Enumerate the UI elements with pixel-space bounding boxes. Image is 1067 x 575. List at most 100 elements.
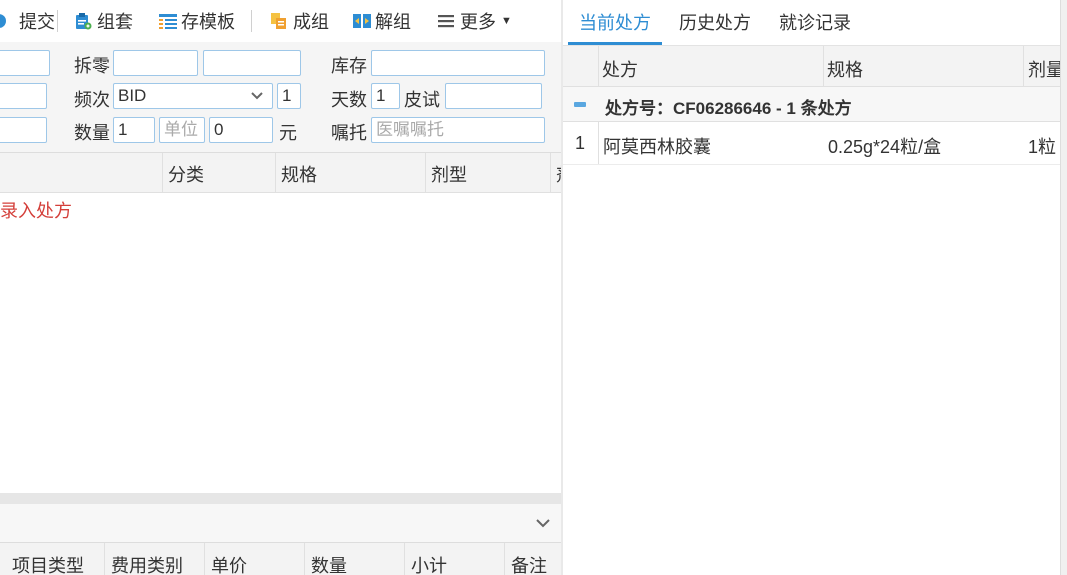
tab-label: 当前处方 (579, 13, 651, 33)
prescription-editor-pane: 提交 组套 存模板 成组 解组 更多 ▼ 拆零 库存 频次 BID 1 天数 1… (0, 0, 561, 575)
save-template-button[interactable]: 存模板 (158, 8, 235, 34)
drug-name: 阿莫西林胶囊 (603, 137, 711, 157)
form-field-r1-left[interactable] (0, 50, 50, 76)
column-header-remark[interactable]: 备注 (511, 552, 547, 575)
prescription-form: 拆零 库存 频次 BID 1 天数 1 皮试 数量 1 单位 0 元 嘱托 医嘱… (0, 42, 561, 153)
tab-visit-records[interactable]: 就诊记录 (779, 0, 851, 45)
column-divider (504, 543, 505, 575)
column-divider (404, 543, 405, 575)
ungroup-icon (352, 12, 371, 30)
tab-label: 历史处方 (679, 13, 751, 33)
advice-input[interactable]: 医嘱嘱托 (371, 117, 545, 143)
group-label: 成组 (293, 12, 329, 32)
caret-down-icon: ▼ (501, 15, 512, 27)
column-divider (823, 46, 824, 86)
more-label: 更多 (460, 12, 496, 32)
tab-history-prescription[interactable]: 历史处方 (679, 0, 751, 45)
column-divider (275, 153, 276, 192)
fee-panel-header (0, 504, 561, 543)
column-divider (104, 543, 105, 575)
ungroup-button[interactable]: 解组 (352, 8, 411, 34)
stock-label: 库存 (331, 56, 367, 76)
frequency-times-input[interactable]: 1 (277, 83, 301, 109)
toolbar-divider (57, 10, 58, 32)
fee-grid-header: 项目类型 费用类别 单价 数量 小计 备注 (0, 543, 561, 575)
frequency-select[interactable]: BID (113, 83, 273, 109)
vertical-scrollbar[interactable] (1060, 0, 1067, 575)
amount-input[interactable]: 0 (209, 117, 273, 143)
quantity-input[interactable]: 1 (113, 117, 155, 143)
ungroup-label: 解组 (375, 12, 411, 32)
column-divider (1023, 46, 1024, 86)
group-icon (270, 12, 288, 30)
column-header-item-type[interactable]: 项目类型 (12, 552, 84, 575)
column-header-dosage-form[interactable]: 剂型 (431, 161, 467, 187)
group-button[interactable]: 成组 (270, 8, 329, 34)
split-quantity-input[interactable] (113, 50, 198, 76)
days-value: 1 (376, 86, 386, 105)
skin-test-label: 皮试 (404, 90, 440, 110)
save-template-label: 存模板 (181, 12, 235, 32)
prescription-history-pane: 当前处方 历史处方 就诊记录 处方 规格 剂量 处方号：CF06286646 -… (563, 0, 1060, 575)
column-divider (204, 543, 205, 575)
horizontal-scrollbar[interactable] (0, 493, 561, 504)
chevron-down-icon (250, 84, 264, 108)
form-field-r2-left[interactable] (0, 83, 47, 109)
column-divider (304, 543, 305, 575)
column-header-spec[interactable]: 规格 (281, 161, 317, 187)
submit-icon (0, 12, 14, 30)
column-divider (425, 153, 426, 192)
drug-grid-body (0, 193, 561, 493)
collapse-icon[interactable] (574, 102, 586, 107)
menu-icon (437, 12, 455, 30)
column-divider (598, 46, 599, 86)
split-unit-input[interactable] (203, 50, 301, 76)
advice-label: 嘱托 (331, 123, 367, 143)
set-button[interactable]: 组套 (74, 8, 133, 34)
table-row[interactable]: 1 阿莫西林胶囊 0.25g*24粒/盒 1粒 (563, 122, 1060, 165)
prescription-group-title: 处方号：CF06286646 - 1 条处方 (605, 99, 852, 118)
drug-spec: 0.25g*24粒/盒 (828, 137, 942, 157)
clipboard-add-icon (74, 12, 92, 30)
list-icon (158, 12, 177, 30)
days-label: 天数 (331, 90, 367, 110)
submit-button[interactable]: 提交 (0, 8, 55, 34)
empty-message: 请录入处方 (0, 201, 72, 221)
quantity-label: 数量 (74, 123, 110, 143)
split-label: 拆零 (74, 56, 110, 76)
column-divider (598, 122, 599, 164)
column-divider (550, 153, 551, 192)
column-header-unit-price[interactable]: 单价 (211, 552, 247, 575)
tab-label: 就诊记录 (779, 13, 851, 33)
chevron-down-icon[interactable] (535, 515, 551, 536)
column-header-prescription[interactable]: 处方 (602, 56, 638, 82)
frequency-times-value: 1 (282, 86, 292, 105)
row-index: 1 (575, 133, 586, 153)
column-header-dose[interactable]: 剂量 (1028, 56, 1060, 82)
column-header-subtotal[interactable]: 小计 (411, 552, 447, 575)
column-divider (162, 153, 163, 192)
column-header-quantity[interactable]: 数量 (311, 552, 347, 575)
quantity-value: 1 (118, 120, 128, 139)
form-field-r3-left[interactable] (0, 117, 47, 143)
drug-dose: 1粒 (1028, 137, 1057, 157)
tab-bar: 当前处方 历史处方 就诊记录 (563, 0, 1060, 46)
toolbar-divider (251, 10, 252, 32)
skin-test-input[interactable] (445, 83, 542, 109)
unit-input[interactable]: 单位 (159, 117, 205, 143)
frequency-label: 频次 (74, 90, 110, 110)
frequency-value: BID (118, 86, 147, 105)
tab-current-prescription[interactable]: 当前处方 (568, 0, 662, 45)
column-header-spec[interactable]: 规格 (827, 56, 863, 82)
unit-placeholder: 单位 (164, 120, 198, 139)
prescription-group-row[interactable]: 处方号：CF06286646 - 1 条处方 (563, 87, 1060, 122)
submit-label: 提交 (19, 12, 55, 32)
prescription-grid-header: 处方 规格 剂量 (563, 46, 1060, 87)
column-header-category[interactable]: 分类 (168, 161, 204, 187)
stock-input[interactable] (371, 50, 545, 76)
more-menu-button[interactable]: 更多 ▼ (437, 8, 512, 34)
advice-placeholder: 医嘱嘱托 (376, 120, 444, 139)
days-input[interactable]: 1 (371, 83, 400, 109)
column-header-fee-category[interactable]: 费用类别 (111, 552, 183, 575)
currency-unit-label: 元 (279, 123, 297, 143)
